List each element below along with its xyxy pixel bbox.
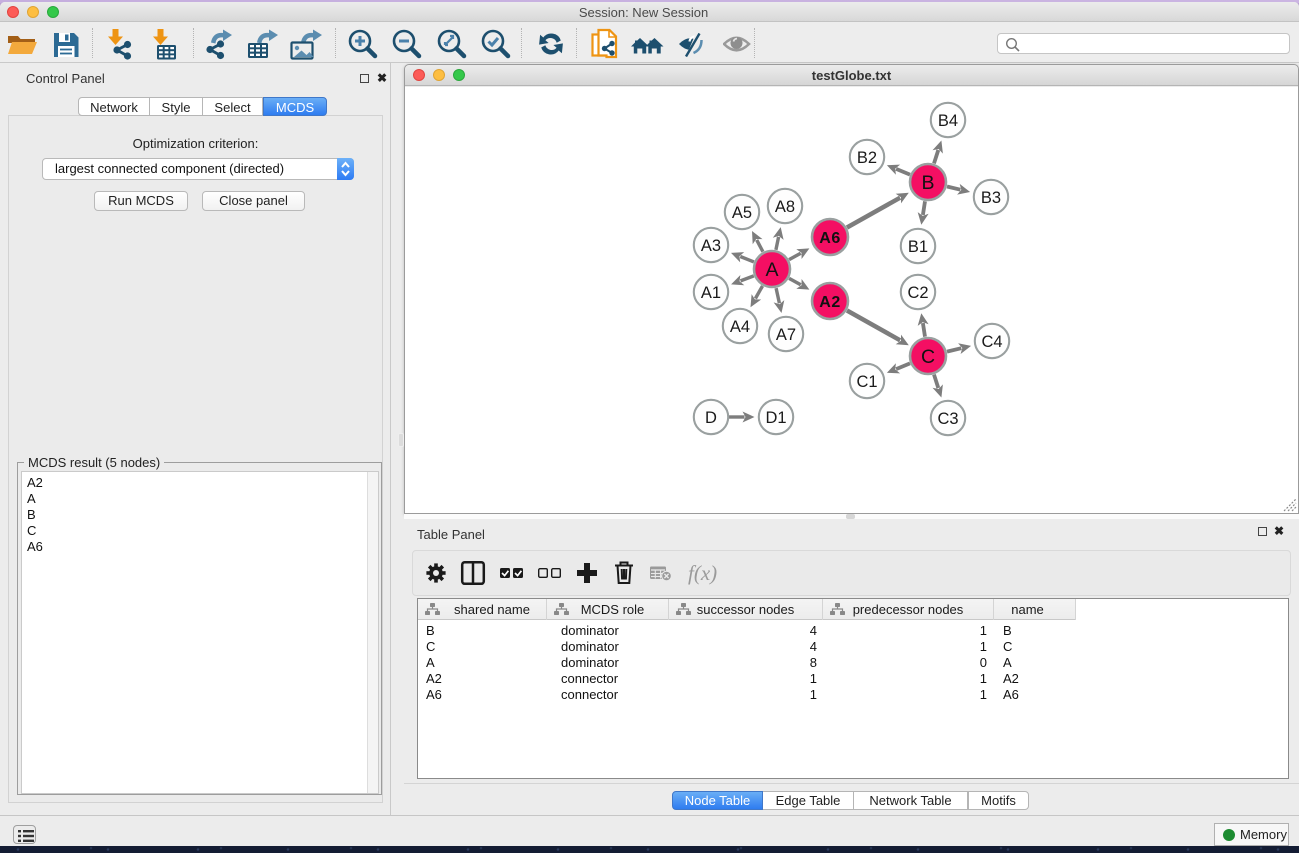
svg-text:C1: C1 [856,373,877,391]
svg-text:C4: C4 [981,333,1002,351]
svg-text:B4: B4 [938,112,958,130]
svg-text:B1: B1 [908,238,928,256]
svg-text:B3: B3 [981,189,1001,207]
svg-text:D1: D1 [765,409,786,427]
svg-text:B: B [921,172,934,194]
svg-text:A5: A5 [732,204,752,222]
svg-text:A3: A3 [701,237,721,255]
svg-text:A4: A4 [730,318,750,336]
svg-text:B2: B2 [857,149,877,167]
svg-text:A7: A7 [776,326,796,344]
svg-text:A: A [765,259,778,281]
svg-text:A8: A8 [775,198,795,216]
svg-text:D: D [705,409,717,427]
svg-text:C: C [921,346,935,368]
svg-text:C2: C2 [907,284,928,302]
svg-text:C3: C3 [937,410,958,428]
svg-text:A2: A2 [819,294,840,311]
svg-text:A1: A1 [701,284,721,302]
svg-text:A6: A6 [819,230,840,247]
